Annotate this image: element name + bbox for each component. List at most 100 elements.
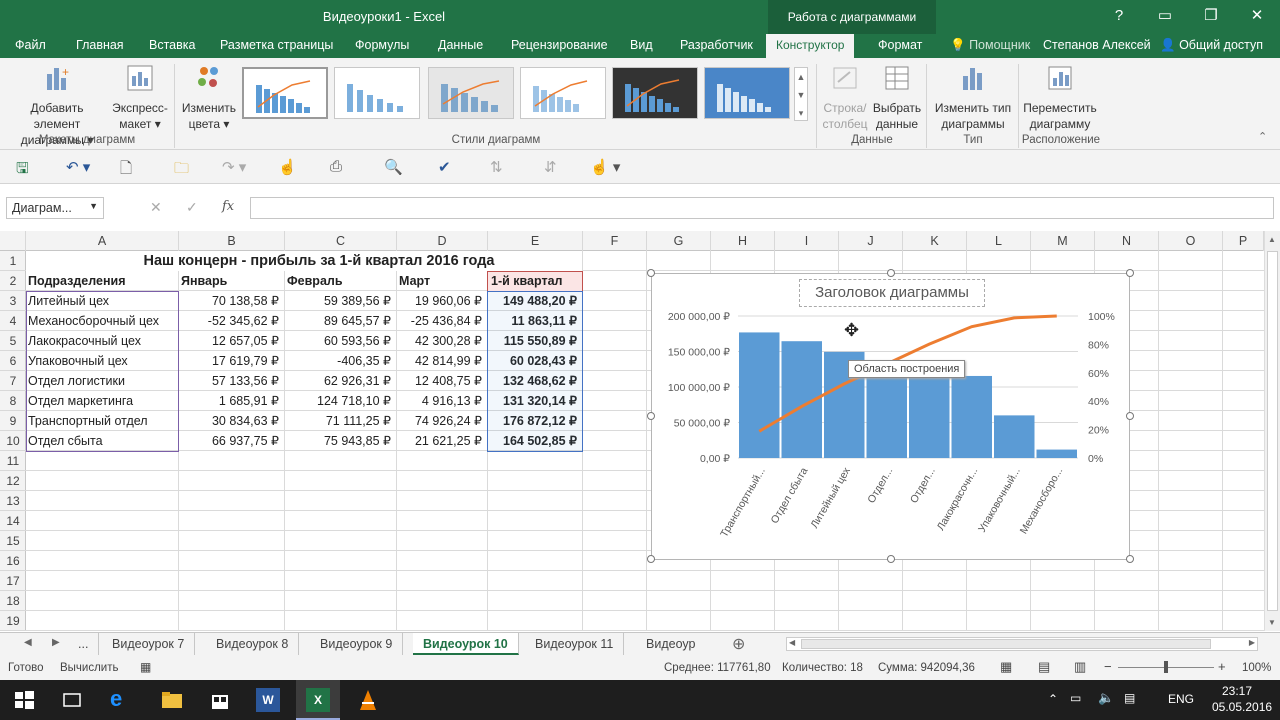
value-cell[interactable]: -25 436,84 ₽	[396, 311, 487, 331]
sheet-tab-more[interactable]: ...	[68, 633, 100, 655]
sort-ascending-icon[interactable]: ⇅	[490, 158, 503, 176]
tab-home[interactable]: Главная	[76, 38, 124, 52]
minimize-button[interactable]: ▭	[1142, 0, 1188, 34]
tab-page-layout[interactable]: Разметка страницы	[220, 38, 333, 52]
row-header[interactable]: 1	[0, 251, 26, 271]
value-cell[interactable]: 71 111,25 ₽	[284, 411, 396, 431]
store-icon[interactable]	[208, 688, 232, 712]
vlc-icon[interactable]	[356, 688, 380, 712]
resize-handle[interactable]	[1126, 269, 1134, 277]
row-header[interactable]: 16	[0, 551, 26, 571]
chart-style-2[interactable]	[334, 67, 420, 119]
sheet-tab-active[interactable]: Видеоурок 10	[413, 633, 519, 655]
file-explorer-icon[interactable]	[160, 688, 184, 712]
value-cell[interactable]: 1 685,91 ₽	[178, 391, 284, 411]
excel-icon[interactable]: X	[306, 688, 330, 712]
column-header[interactable]: J	[839, 231, 903, 251]
chart-style-5[interactable]	[612, 67, 698, 119]
row-header[interactable]: 6	[0, 351, 26, 371]
value-cell[interactable]: 21 621,25 ₽	[396, 431, 487, 451]
tab-data[interactable]: Данные	[438, 38, 483, 52]
insert-function-icon[interactable]: fx	[222, 199, 234, 214]
column-header[interactable]: F	[583, 231, 647, 251]
column-header[interactable]: H	[711, 231, 775, 251]
row-header[interactable]: 15	[0, 531, 26, 551]
edge-browser-icon[interactable]: e	[110, 688, 134, 712]
windows-start-icon[interactable]	[12, 688, 36, 712]
row-header[interactable]: 14	[0, 511, 26, 531]
column-header[interactable]: D	[397, 231, 488, 251]
resize-handle[interactable]	[647, 412, 655, 420]
row-header[interactable]: 4	[0, 311, 26, 331]
new-document-icon[interactable]: 🗋	[120, 158, 132, 183]
sort-descending-icon[interactable]: ⇵	[544, 158, 557, 176]
resize-handle[interactable]	[887, 269, 895, 277]
row-header[interactable]: 12	[0, 471, 26, 491]
ribbon-display-options-button[interactable]: ?	[1096, 0, 1142, 34]
sheet-tab[interactable]: Видеоурок 7	[102, 633, 196, 655]
chart-style-6[interactable]	[704, 67, 790, 119]
column-header[interactable]: P	[1223, 231, 1264, 251]
change-colors-button[interactable]: Изменить цвета ▾	[178, 64, 240, 132]
tab-file[interactable]: Файл	[15, 38, 46, 52]
value-cell[interactable]: 75 943,85 ₽	[284, 431, 396, 451]
value-cell[interactable]: 89 645,57 ₽	[284, 311, 396, 331]
chart-style-3[interactable]	[428, 67, 514, 119]
value-cell[interactable]: -52 345,62 ₽	[178, 311, 284, 331]
tab-insert[interactable]: Вставка	[149, 38, 195, 52]
network-icon[interactable]: ▭	[1070, 691, 1081, 705]
tab-developer[interactable]: Разработчик	[680, 38, 753, 52]
tab-review[interactable]: Рецензирование	[511, 38, 608, 52]
macro-record-icon[interactable]: ▦	[140, 660, 151, 674]
scroll-left-icon[interactable]: ◀	[789, 638, 795, 647]
value-cell[interactable]: -406,35 ₽	[284, 351, 396, 371]
row-header[interactable]: 8	[0, 391, 26, 411]
action-center-icon[interactable]: ▤	[1124, 691, 1135, 705]
row-header[interactable]: 18	[0, 591, 26, 611]
print-icon[interactable]: 🔍	[384, 158, 403, 176]
collapse-ribbon-icon[interactable]: ⌃	[1258, 130, 1267, 143]
row-header[interactable]: 2	[0, 271, 26, 291]
zoom-level[interactable]: 100%	[1242, 662, 1271, 674]
value-cell[interactable]: 60 593,56 ₽	[284, 331, 396, 351]
user-name[interactable]: Степанов Алексей	[1043, 38, 1151, 52]
pareto-chart[interactable]: 200 000,00 ₽ 150 000,00 ₽ 100 000,00 ₽ 50 0…	[647, 269, 1134, 563]
tab-design[interactable]: Конструктор	[766, 34, 855, 58]
sheet-tab[interactable]: Видеоурок 8	[206, 633, 300, 655]
change-chart-type-button[interactable]: Изменить тип диаграммы	[930, 64, 1016, 132]
touch-mode-icon[interactable]: ☝	[278, 158, 297, 176]
select-all-corner[interactable]	[0, 231, 26, 251]
value-cell[interactable]: 62 926,31 ₽	[284, 371, 396, 391]
clock-time[interactable]: 23:17	[1222, 684, 1252, 698]
resize-handle[interactable]	[647, 555, 655, 563]
row-header[interactable]: 9	[0, 411, 26, 431]
row-header[interactable]: 19	[0, 611, 26, 631]
select-data-button[interactable]: Выбрать данные	[870, 64, 924, 132]
zoom-out-icon[interactable]: −	[1104, 659, 1112, 674]
resize-handle[interactable]	[1126, 412, 1134, 420]
value-cell[interactable]: 42 814,99 ₽	[396, 351, 487, 371]
chart-title[interactable]: Заголовок диаграммы	[799, 279, 985, 307]
sheet-tab[interactable]: Видеоурок 9	[310, 633, 404, 655]
chart-style-1[interactable]	[242, 67, 328, 119]
restore-button[interactable]: ❐	[1188, 0, 1234, 34]
value-cell[interactable]: 57 133,56 ₽	[178, 371, 284, 391]
normal-view-icon[interactable]: ▦	[1000, 659, 1012, 675]
language-indicator[interactable]: ENG	[1168, 692, 1194, 706]
column-header[interactable]: M	[1031, 231, 1095, 251]
share-button[interactable]: 👤 Общий доступ	[1160, 38, 1263, 53]
row-header[interactable]: 10	[0, 431, 26, 451]
close-button[interactable]: ✕	[1234, 0, 1280, 34]
switch-row-column-button[interactable]: Строка/ столбец	[820, 64, 870, 132]
row-header[interactable]: 7	[0, 371, 26, 391]
scroll-down-icon[interactable]: ▼	[1268, 618, 1276, 627]
horizontal-scrollbar-thumb[interactable]	[801, 639, 1211, 649]
column-header[interactable]: O	[1159, 231, 1223, 251]
row-header[interactable]: 17	[0, 571, 26, 591]
chevron-down-icon[interactable]: ▼	[89, 201, 98, 211]
row-header[interactable]: 3	[0, 291, 26, 311]
column-header[interactable]: B	[179, 231, 285, 251]
status-calculate[interactable]: Вычислить	[60, 662, 119, 674]
quick-layout-button[interactable]: Экспресс- макет ▾	[110, 64, 170, 132]
resize-handle[interactable]	[647, 269, 655, 277]
